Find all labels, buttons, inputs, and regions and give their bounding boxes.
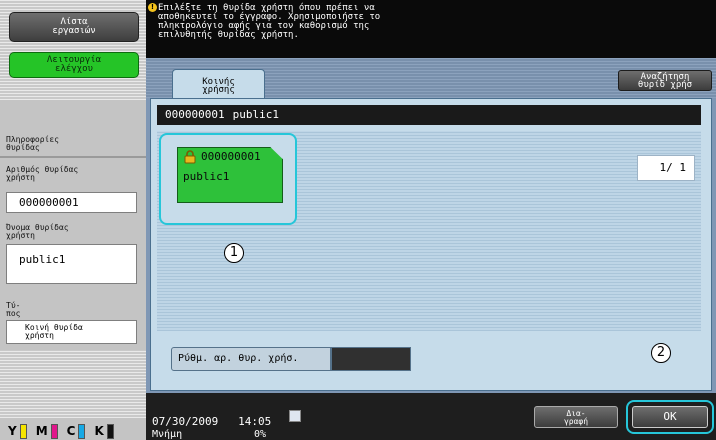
toner-k-swatch	[106, 423, 114, 439]
toner-m-swatch	[50, 423, 58, 439]
job-list-button[interactable]: Λίστα εργασιών	[9, 12, 139, 42]
check-function-button[interactable]: Λειτουργία ελέγχου	[9, 52, 139, 78]
box-number-value: 000000001	[6, 192, 137, 213]
toner-k-label: K	[94, 424, 104, 438]
toner-y-swatch	[19, 423, 27, 439]
box-number-setting-button[interactable]: Ρύθμ. αρ. θυρ. χρήσ.	[171, 347, 331, 371]
check-function-button-label: Λειτουργία ελέγχου	[46, 55, 102, 74]
box-search-button[interactable]: Αναζήτηση θυρίδ χρήσ	[618, 70, 712, 91]
memory-value: 0%	[254, 429, 267, 440]
instruction-message: Επιλέξτε τη θυρίδα χρήστη όπου πρέπει να…	[158, 3, 381, 40]
lock-icon	[184, 150, 196, 164]
box-list: 000000001 public1 1 1/ 1	[157, 131, 701, 331]
job-list-button-label: Λίστα εργασιών	[52, 17, 96, 36]
box-info-header: Πληροφορίες θυρίδας	[6, 135, 59, 152]
left-panel-bottom-bg	[0, 350, 146, 418]
left-panel: Λίστα εργασιών Λειτουργία ελέγχου Πληροφ…	[0, 0, 146, 440]
clear-button-label: Δια- γραφή	[563, 409, 589, 426]
toner-m-label: M	[35, 424, 48, 438]
message-area: ! Επιλέξτε τη θυρίδα χρήστη όπου πρέπει …	[146, 0, 716, 58]
content-panel: 000000001 public1 000000001 public1 1 1/ …	[150, 98, 712, 391]
toner-c-swatch	[78, 423, 86, 439]
main-area: Κοινής χρήσης Αναζήτηση θυρίδ χρήσ 00000…	[146, 58, 716, 393]
box-number-input[interactable]	[331, 347, 411, 371]
page-indicator: 1/ 1	[637, 155, 695, 181]
callout-2: 2	[651, 343, 671, 363]
ok-button[interactable]: OK	[632, 406, 708, 428]
divider	[0, 156, 146, 158]
box-item-focus[interactable]: 000000001 public1	[159, 133, 297, 225]
selected-box-bar: 000000001 public1	[157, 105, 701, 125]
clear-button[interactable]: Δια- γραφή	[534, 406, 618, 428]
selected-box-name: public1	[232, 108, 279, 121]
box-name-value: public1	[6, 244, 137, 284]
callout-1: 1	[224, 243, 244, 263]
network-icon	[289, 410, 301, 422]
box-number: 000000001	[201, 150, 261, 163]
datetime: 07/30/2009 14:05	[152, 415, 272, 428]
type-value: Κοινή θυρίδα χρήστη	[6, 320, 137, 344]
selected-box-number: 000000001	[165, 108, 225, 121]
status-bar: 07/30/2009 14:05 Μνήμη 0% Δια- γραφή OK	[146, 393, 716, 440]
toner-indicator: Y M C K	[8, 422, 138, 440]
info-icon: !	[148, 3, 157, 12]
box-search-button-label: Αναζήτηση θυρίδ χρήσ	[637, 72, 693, 90]
box-name: public1	[183, 170, 230, 183]
tab-public-label: Κοινής χρήσης	[202, 77, 235, 95]
type-label: Τύ- πος	[6, 301, 21, 318]
toner-y-label: Y	[8, 424, 17, 438]
box-number-label: Αριθμός θυρίδας χρήστη	[6, 165, 79, 182]
tab-public[interactable]: Κοινής χρήσης	[172, 69, 265, 100]
box-name-label: Όνομα θυρίδας χρήστη	[6, 223, 69, 240]
memory-label: Μνήμη	[152, 429, 183, 440]
toner-c-label: C	[66, 424, 76, 438]
user-box-tile[interactable]: 000000001 public1	[177, 147, 283, 203]
